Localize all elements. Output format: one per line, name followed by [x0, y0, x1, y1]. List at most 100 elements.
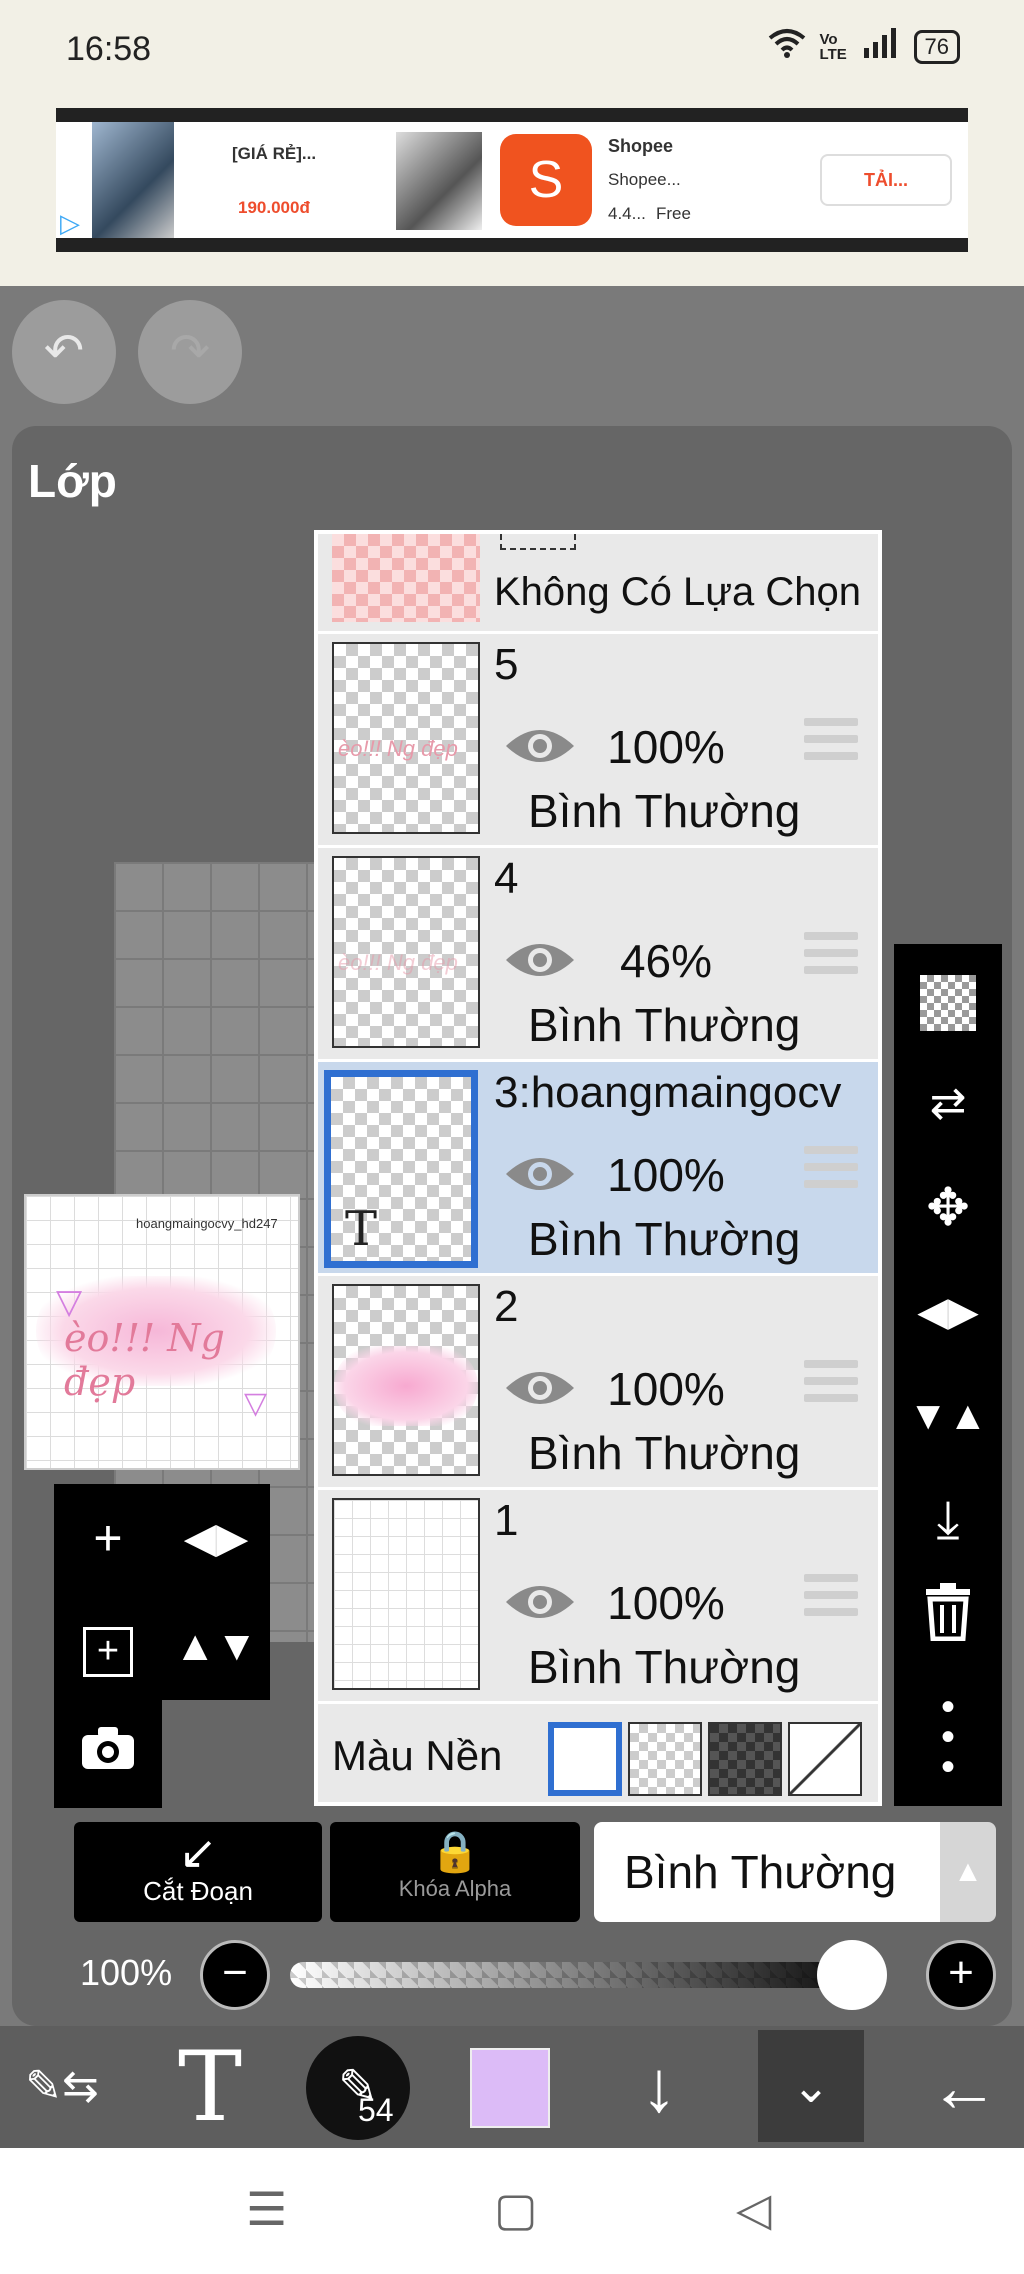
- layer-opacity: 100%: [607, 1363, 725, 1415]
- layer-row[interactable]: 2 100% Bình Thường: [318, 1276, 878, 1490]
- caret-up-icon: ▲: [953, 1855, 983, 1888]
- selection-marquee-icon: [500, 534, 576, 550]
- ad-banner[interactable]: ▷ [GIÁ RẺ]... 190.000đ S Shopee Shopee..…: [56, 108, 968, 252]
- selection-layer-row[interactable]: Không Có Lựa Chọn: [318, 534, 878, 634]
- add-layer-copy-button[interactable]: +: [54, 1592, 162, 1700]
- blend-mode-select[interactable]: Bình Thường: [594, 1822, 940, 1922]
- transparency-button[interactable]: [894, 952, 1002, 1048]
- flip-vertical-icon: ▼▲: [908, 1394, 988, 1438]
- add-layer-button[interactable]: +: [54, 1484, 162, 1592]
- clip-arrow-icon: ↙: [178, 1826, 218, 1878]
- opacity-slider[interactable]: [290, 1962, 880, 1988]
- swap-layers-icon: ⇄: [929, 1079, 967, 1128]
- alpha-lock-label: Khóa Alpha: [398, 1876, 512, 1901]
- layer-name: 2: [494, 1282, 519, 1331]
- ad-product-price[interactable]: 190.000đ: [238, 198, 310, 218]
- background-label: Màu Nền: [332, 1732, 503, 1779]
- layer-opacity: 100%: [607, 721, 725, 773]
- layer-row-selected[interactable]: T 3:hoangmaingocv 100% Bình Thường: [318, 1062, 878, 1276]
- merge-down-icon: ⤓: [936, 1491, 960, 1549]
- eye-icon[interactable]: [504, 1366, 576, 1410]
- opacity-decrease-button[interactable]: −: [200, 1940, 270, 2010]
- blend-mode-dropdown-button[interactable]: ▲: [940, 1822, 996, 1922]
- layer-blend-mode: Bình Thường: [528, 1641, 801, 1693]
- drag-handle-icon[interactable]: [804, 1360, 858, 1411]
- flip-vertical-button[interactable]: ▲▼: [162, 1592, 270, 1700]
- adchoices-icon[interactable]: ▷: [60, 208, 80, 239]
- camera-tool: [54, 1700, 162, 1808]
- undo-icon: ↶: [43, 325, 85, 378]
- menu-nav-icon[interactable]: ☰: [246, 2182, 287, 2236]
- thumbnail-pink-blob: [334, 1346, 478, 1426]
- back-button[interactable]: ←: [914, 2026, 1014, 2148]
- more-options-button[interactable]: • • •: [894, 1680, 1002, 1787]
- redo-button[interactable]: ↷: [138, 300, 242, 404]
- layer-name: 3:hoangmaingocv: [494, 1068, 842, 1117]
- eye-icon[interactable]: [504, 1580, 576, 1624]
- layer-thumbnail: èo!!! Ng đẹp: [332, 642, 480, 834]
- layer-row[interactable]: èo!!! Ng đẹp 4 46% Bình Thường: [318, 848, 878, 1062]
- layer-down-button[interactable]: ↓: [614, 2026, 704, 2148]
- flip-horizontal-right-button[interactable]: ◀▶: [894, 1264, 1002, 1360]
- delete-layer-button[interactable]: [894, 1576, 1002, 1672]
- drag-handle-icon[interactable]: [804, 718, 858, 769]
- canvas-preview[interactable]: hoangmaingocvy_hd247 èo!!! Ng đẹp ▽ ▽: [24, 1194, 300, 1470]
- drag-handle-icon[interactable]: [804, 1146, 858, 1197]
- arrow-left-icon: ←: [929, 2048, 999, 2126]
- ad-product-image-2[interactable]: [396, 132, 482, 230]
- pen-eraser-icon: ✎⇆: [25, 2062, 99, 2111]
- back-nav-icon[interactable]: ◁: [736, 2182, 771, 2236]
- clock: 16:58: [66, 30, 152, 68]
- bg-dark-swatch[interactable]: [708, 1722, 782, 1796]
- layer-name: Không Có Lựa Chọn: [494, 570, 862, 614]
- thumbnail-art: èo!!! Ng đẹp: [338, 950, 458, 975]
- eye-icon[interactable]: [504, 724, 576, 768]
- camera-button[interactable]: [54, 1700, 162, 1808]
- triangle-icon: ▽: [56, 1283, 83, 1321]
- layer-thumbnail: [332, 1498, 480, 1690]
- move-button[interactable]: ✥: [894, 1160, 1002, 1256]
- selection-thumbnail: [332, 534, 480, 622]
- shopee-logo[interactable]: S: [500, 134, 592, 226]
- tool-switch-button[interactable]: ✎⇆: [14, 2026, 110, 2148]
- layer-row[interactable]: èo!!! Ng đẹp 5 100% Bình Thường: [318, 634, 878, 848]
- flip-vertical-icon: ▲▼: [174, 1622, 258, 1669]
- plus-icon: +: [948, 1948, 974, 1997]
- eye-icon[interactable]: [504, 938, 576, 982]
- ad-app-name[interactable]: Shopee: [608, 136, 673, 157]
- flip-horizontal-button[interactable]: ◀▶: [162, 1484, 270, 1592]
- text-layer-icon: T: [345, 1201, 378, 1257]
- ad-product-image[interactable]: [92, 122, 174, 238]
- merge-down-button[interactable]: ⤓: [894, 1472, 1002, 1568]
- drag-handle-icon[interactable]: [804, 1574, 858, 1625]
- more-vertical-icon: • • •: [940, 1685, 955, 1789]
- home-nav-icon[interactable]: ▢: [494, 2182, 537, 2236]
- opacity-increase-button[interactable]: +: [926, 1940, 996, 2010]
- text-tool-button[interactable]: T: [160, 2026, 260, 2148]
- add-copy-icon: +: [83, 1627, 133, 1677]
- bottom-toolbar: ✎⇆ T ✎ 54 ↓ ⌄ ←: [0, 2026, 1024, 2148]
- collapse-button[interactable]: ⌄: [758, 2030, 864, 2142]
- bg-transparent-swatch[interactable]: [628, 1722, 702, 1796]
- layer-opacity: 100%: [607, 1149, 725, 1201]
- ad-app-subtitle[interactable]: Shopee...: [608, 170, 681, 190]
- alpha-lock-button[interactable]: 🔒 Khóa Alpha: [330, 1822, 580, 1922]
- battery-icon: 76: [913, 30, 960, 64]
- undo-button[interactable]: ↶: [12, 300, 116, 404]
- drag-handle-icon[interactable]: [804, 932, 858, 983]
- ad-install-button[interactable]: TẢI...: [820, 154, 952, 206]
- layer-name: 1: [494, 1496, 519, 1545]
- layer-row[interactable]: 1 100% Bình Thường: [318, 1490, 878, 1704]
- opacity-slider-knob[interactable]: [817, 1940, 887, 2010]
- bg-none-swatch[interactable]: [788, 1722, 862, 1796]
- volte-icon: Vo LTE: [819, 31, 847, 63]
- layer-transfer-button[interactable]: ⇄: [894, 1056, 1002, 1152]
- clipping-button[interactable]: ↙ Cắt Đoạn: [74, 1822, 322, 1922]
- flip-vertical-right-button[interactable]: ▼▲: [894, 1368, 1002, 1464]
- chevron-double-down-icon: ⌄: [791, 2060, 831, 2112]
- ad-product-title[interactable]: [GIÁ RẺ]...: [232, 144, 316, 164]
- bg-white-swatch[interactable]: [548, 1722, 622, 1796]
- panel-title: Lớp: [28, 455, 117, 507]
- color-swatch[interactable]: [470, 2048, 550, 2128]
- eye-icon[interactable]: [504, 1152, 576, 1196]
